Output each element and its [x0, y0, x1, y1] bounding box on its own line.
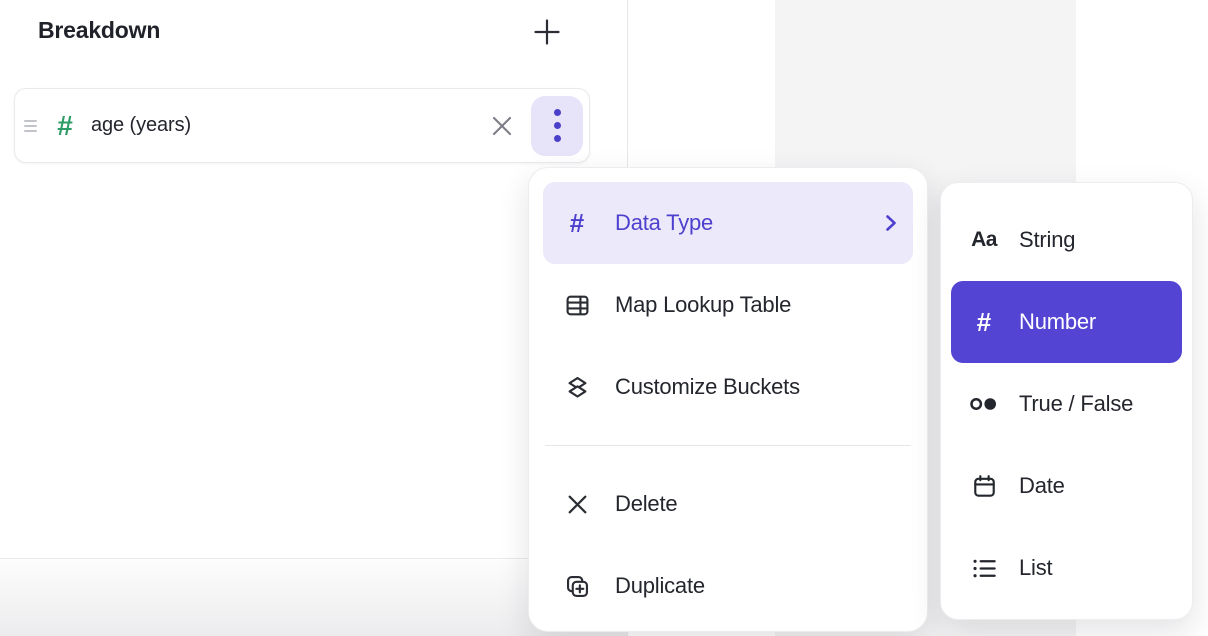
menu-item-map-lookup-table[interactable]: Map Lookup Table [543, 264, 913, 346]
x-icon [561, 488, 593, 520]
app-stage: Breakdown # age (years) [0, 0, 1208, 636]
menu-item-duplicate[interactable]: Duplicate [543, 545, 913, 627]
dot [554, 122, 561, 129]
add-breakdown-button[interactable] [529, 14, 565, 50]
dot [554, 135, 561, 142]
menu-item-label: Customize Buckets [615, 374, 800, 400]
submenu-item-label: List [1019, 555, 1052, 581]
submenu-item-label: Number [1019, 309, 1096, 335]
breakdown-title: Breakdown [38, 17, 160, 44]
menu-item-delete[interactable]: Delete [543, 463, 913, 545]
breakdown-field-card[interactable]: # age (years) [14, 88, 590, 163]
data-type-submenu: Aa String # Number True / False [940, 182, 1193, 620]
drag-handle-icon[interactable] [24, 120, 37, 132]
string-aa-icon: Aa [965, 224, 1003, 256]
list-icon [965, 552, 1003, 584]
remove-field-button[interactable] [487, 111, 517, 141]
submenu-item-list[interactable]: List [951, 527, 1182, 609]
calendar-icon [965, 470, 1003, 502]
menu-item-customize-buckets[interactable]: Customize Buckets [543, 346, 913, 428]
menu-item-label: Delete [615, 491, 677, 517]
hash-icon: # [561, 207, 593, 239]
submenu-item-label: String [1019, 227, 1075, 253]
menu-item-label: Duplicate [615, 573, 705, 599]
menu-item-data-type[interactable]: # Data Type [543, 182, 913, 264]
boolean-circles-icon [965, 388, 1003, 420]
submenu-item-true-false[interactable]: True / False [951, 363, 1182, 445]
submenu-item-date[interactable]: Date [951, 445, 1182, 527]
submenu-item-number[interactable]: # Number [951, 281, 1182, 363]
number-hash-icon: # [965, 306, 1003, 338]
plus-icon [532, 17, 562, 47]
number-type-icon: # [50, 112, 80, 140]
close-icon [490, 114, 514, 138]
table-icon [561, 289, 593, 321]
submenu-item-string[interactable]: Aa String [951, 199, 1182, 281]
field-options-menu: # Data Type Map Lookup Table [528, 167, 928, 632]
menu-item-label: Data Type [615, 210, 713, 236]
field-name: age (years) [91, 114, 191, 137]
field-options-button[interactable] [531, 96, 583, 156]
submenu-item-label: Date [1019, 473, 1065, 499]
menu-item-label: Map Lookup Table [615, 292, 791, 318]
stack-icon [561, 371, 593, 403]
dot [554, 109, 561, 116]
submenu-item-label: True / False [1019, 391, 1133, 417]
chevron-right-icon [885, 213, 897, 233]
copy-plus-icon [561, 570, 593, 602]
menu-divider [545, 445, 911, 446]
